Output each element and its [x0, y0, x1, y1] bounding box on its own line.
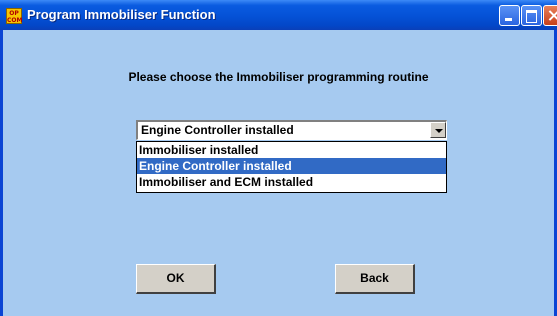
maximize-icon[interactable]: [521, 5, 542, 26]
routine-combobox[interactable]: Engine Controller installed: [136, 120, 447, 140]
program-immobiliser-window: OP COM Program Immobiliser Function Pleas…: [0, 0, 557, 316]
minimize-icon[interactable]: [499, 5, 520, 26]
window-title: Program Immobiliser Function: [27, 7, 216, 22]
close-icon[interactable]: [543, 5, 557, 26]
back-button[interactable]: Back: [335, 264, 415, 294]
opcom-app-icon[interactable]: OP COM: [6, 8, 22, 24]
dialog-body: Please choose the Immobiliser programmin…: [3, 30, 554, 316]
title-bar[interactable]: OP COM Program Immobiliser Function: [0, 0, 557, 30]
prompt-text: Please choose the Immobiliser programmin…: [128, 70, 429, 84]
list-item-immobiliser-and-ecm-installed[interactable]: Immobiliser and ECM installed: [137, 174, 446, 190]
list-item-immobiliser-installed[interactable]: Immobiliser installed: [137, 142, 446, 158]
list-item-engine-controller-installed[interactable]: Engine Controller installed: [137, 158, 446, 174]
ok-button[interactable]: OK: [136, 264, 216, 294]
routine-dropdown-list: Immobiliser installed Engine Controller …: [136, 141, 447, 193]
combo-selected-value: Engine Controller installed: [141, 123, 294, 137]
chevron-down-icon[interactable]: [430, 122, 446, 138]
